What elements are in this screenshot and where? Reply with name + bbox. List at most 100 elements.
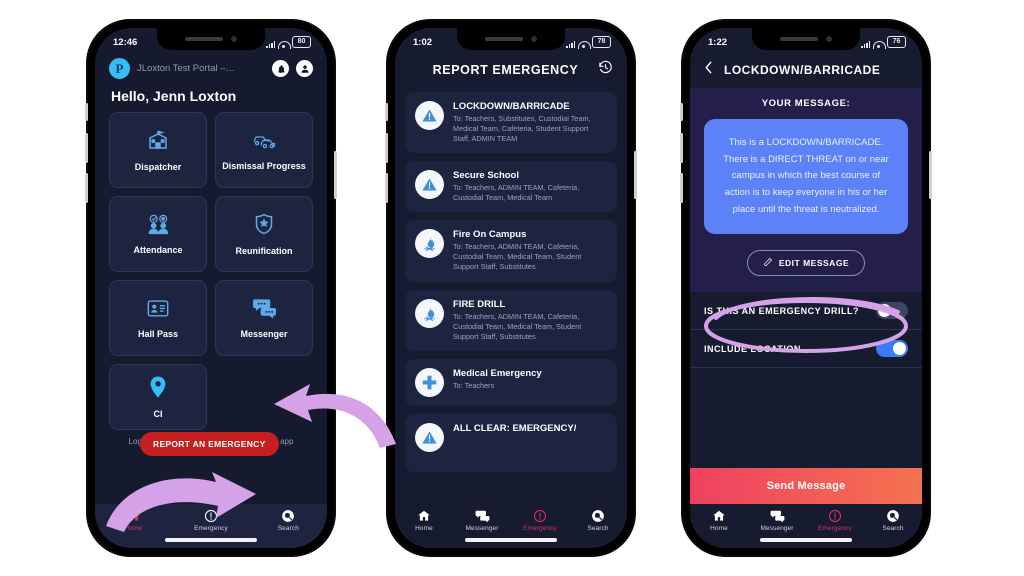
app-header: P JLoxton Test Portal –… Hello, Jenn Lox… — [95, 54, 327, 104]
status-bar: 12:46 80 — [95, 28, 327, 54]
tab-messenger[interactable]: Messenger — [453, 509, 511, 532]
tab-search[interactable]: Search — [250, 509, 327, 532]
send-message-button[interactable]: Send Message — [690, 468, 922, 504]
mute-switch[interactable] — [85, 103, 88, 121]
home-indicator — [760, 538, 852, 542]
tab-label: Search — [277, 525, 299, 532]
edit-message-button[interactable]: EDIT MESSAGE — [746, 250, 866, 277]
tab-label: Messenger — [760, 525, 794, 532]
tab-label: Messenger — [465, 525, 499, 532]
item-title: LOCKDOWN/BARRICADE — [453, 101, 570, 112]
battery-indicator: 78 — [592, 36, 611, 48]
tab-emergency[interactable]: Emergency — [806, 509, 864, 532]
volume-down-button[interactable] — [680, 173, 683, 203]
power-button[interactable] — [929, 151, 932, 199]
medical-cross-icon — [415, 367, 444, 397]
tab-messenger[interactable]: Messenger — [748, 509, 806, 532]
battery-indicator: 76 — [887, 36, 906, 48]
drill-toggle-row[interactable]: IS THIS AN EMERGENCY DRILL? — [690, 292, 922, 331]
people-check-icon — [145, 213, 171, 240]
volume-up-button[interactable] — [85, 133, 88, 163]
list-item[interactable]: ALL CLEAR: EMERGENCY/ — [405, 413, 617, 472]
feature-grid: Dispatcher Dismissal Progress Attendance… — [95, 112, 327, 430]
mute-switch[interactable] — [680, 103, 683, 121]
tab-label: Home — [710, 525, 728, 532]
tab-search[interactable]: Search — [864, 509, 922, 532]
mute-switch[interactable] — [385, 103, 388, 121]
warning-triangle-icon — [415, 422, 444, 452]
item-title: FIRE DRILL — [453, 298, 506, 310]
location-toggle-row[interactable]: INCLUDE LOCATION — [690, 330, 922, 369]
list-item[interactable]: LOCKDOWN/BARRICADE To: Teachers, Substit… — [405, 92, 617, 154]
card-label: CI — [153, 408, 163, 419]
exclamation-circle-icon — [533, 509, 547, 523]
wifi-icon — [278, 40, 291, 49]
card-dismissal-progress[interactable]: Dismissal Progress — [215, 112, 313, 188]
tab-emergency[interactable]: Emergency — [511, 509, 569, 532]
tab-emergency[interactable]: Emergency — [172, 509, 249, 532]
history-clock-icon[interactable] — [598, 60, 613, 80]
search-icon — [282, 510, 295, 522]
item-title: Medical Emergency — [453, 367, 542, 379]
card-hall-pass[interactable]: Hall Pass — [109, 280, 207, 356]
phone-3-screen: 1:22 76 LOCKDOWN/BARRICADE YOUR MESSAGE:… — [690, 28, 922, 548]
list-item[interactable]: FIRE DRILL To: Teachers, ADMIN TEAM, Caf… — [405, 289, 617, 351]
car-icon — [251, 129, 277, 156]
item-recipients: To: Teachers, ADMIN TEAM, Cafeteria, Cus… — [453, 311, 582, 341]
card-label: Messenger — [240, 328, 288, 339]
item-recipients: To: Teachers — [453, 380, 495, 390]
tab-label: Emergency — [523, 525, 557, 532]
emergency-list: LOCKDOWN/BARRICADE To: Teachers, Substit… — [395, 88, 627, 472]
tab-home[interactable]: Home — [690, 509, 748, 532]
cellular-signal-icon — [861, 40, 870, 48]
user-avatar-icon[interactable] — [296, 60, 313, 77]
item-title: Fire On Campus — [453, 229, 527, 241]
card-attendance[interactable]: Attendance — [109, 196, 207, 272]
message-bubble: This is a LOCKDOWN/BARRICADE. There is a… — [704, 119, 908, 235]
phone-1: 12:46 80 P JLoxton Test Portal –… Hello,… — [85, 21, 337, 555]
location-toggle[interactable] — [876, 340, 908, 358]
card-dispatcher[interactable]: Dispatcher — [109, 112, 207, 188]
chevron-left-icon[interactable] — [702, 60, 715, 80]
list-item[interactable]: Fire On Campus To: Teachers, ADMIN TEAM,… — [405, 220, 617, 282]
power-button[interactable] — [334, 151, 337, 199]
card-label: Attendance — [133, 244, 183, 255]
greeting-text: Hello, Jenn Loxton — [111, 88, 237, 104]
warning-triangle-icon — [415, 101, 444, 130]
list-item[interactable]: Secure School To: Teachers, ADMIN TEAM, … — [405, 161, 617, 213]
location-pin-icon — [147, 375, 169, 404]
report-emergency-badge[interactable]: REPORT AN EMERGENCY — [140, 432, 279, 456]
message-panel: YOUR MESSAGE: This is a LOCKDOWN/BARRICA… — [690, 88, 922, 293]
location-toggle-label: INCLUDE LOCATION — [704, 343, 801, 354]
page-title: REPORT EMERGENCY — [432, 63, 579, 77]
volume-down-button[interactable] — [85, 173, 88, 203]
tab-label: Search — [587, 525, 609, 532]
volume-up-button[interactable] — [680, 133, 683, 163]
list-item[interactable]: Medical Emergency To: Teachers — [405, 358, 617, 406]
notifications-bell-icon[interactable] — [272, 60, 289, 77]
exclamation-circle-icon — [828, 509, 842, 523]
volume-up-button[interactable] — [385, 133, 388, 163]
volume-down-button[interactable] — [385, 173, 388, 203]
fire-icon — [415, 298, 444, 328]
card-label: Hall Pass — [137, 328, 179, 339]
tab-home[interactable]: Home — [395, 509, 453, 532]
edit-message-label: EDIT MESSAGE — [778, 258, 850, 269]
power-button[interactable] — [634, 151, 637, 199]
phone-2-screen: 1:02 78 REPORT EMERGENCY LOCKDOWN/BARRIC… — [395, 28, 627, 548]
phone-2: 1:02 78 REPORT EMERGENCY LOCKDOWN/BARRIC… — [385, 21, 637, 555]
home-icon — [713, 510, 725, 521]
tab-label: Home — [415, 525, 433, 532]
tab-home[interactable]: Home — [95, 509, 172, 532]
warning-triangle-icon — [415, 170, 444, 200]
card-check-in[interactable]: CI — [109, 364, 207, 430]
search-icon — [592, 510, 604, 522]
status-bar: 1:22 76 — [690, 28, 922, 54]
tab-search[interactable]: Search — [569, 509, 627, 532]
drill-toggle[interactable] — [876, 302, 908, 320]
item-title: ALL CLEAR: EMERGENCY/ — [453, 422, 577, 434]
card-reunification[interactable]: Reunification — [215, 196, 313, 272]
chat-bubbles-icon — [475, 510, 489, 523]
card-messenger[interactable]: Messenger — [215, 280, 313, 356]
id-card-icon — [146, 297, 170, 324]
